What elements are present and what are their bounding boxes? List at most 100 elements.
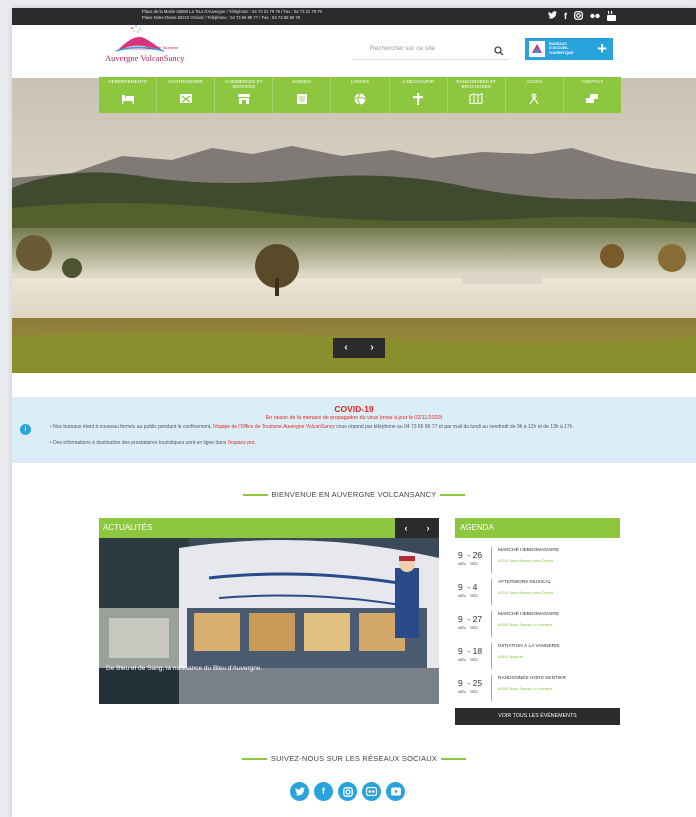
news-controls: ‹ › xyxy=(395,518,439,538)
twitter-icon[interactable] xyxy=(290,782,309,801)
hero-next-button[interactable]: › xyxy=(359,338,385,358)
all-events-button[interactable]: VOIR TOUS LES ÉVÉNEMENTS xyxy=(455,708,620,725)
covid-line-2: • Des informations à destination des pre… xyxy=(50,440,256,446)
site-logo[interactable]: Office de Tourisme Auvergne VolcanSancy xyxy=(105,25,185,72)
instagram-icon[interactable] xyxy=(338,782,357,801)
bureau-logo-icon xyxy=(529,41,545,57)
covid-title: COVID-19 xyxy=(334,404,374,414)
facebook-icon[interactable]: f xyxy=(314,782,333,801)
event-date-from: 9 xyxy=(458,582,463,592)
youtube-icon[interactable] xyxy=(607,11,616,23)
nav-item-contact[interactable]: CONTACT xyxy=(564,77,621,113)
nav-item-label: RANDONNÉES ET BROCHURES xyxy=(456,79,496,89)
agenda-event[interactable]: 9 - 4 NOV. DÉC. AFTERWORK MUSICAL 63210 Sai… xyxy=(455,576,620,608)
nav-item-gastronomie[interactable]: GASTRONOMIE xyxy=(157,77,216,113)
event-month-to: DÉC. xyxy=(470,594,480,598)
news-next-button[interactable]: › xyxy=(417,518,439,538)
event-dates: 9 - 18 xyxy=(458,646,483,656)
plus-icon: + xyxy=(597,39,607,58)
hero-prev-button[interactable]: ‹ xyxy=(333,338,359,358)
nav-item-loisirs[interactable]: LOISIRS xyxy=(331,77,390,113)
event-months: NOV. DÉC. xyxy=(458,626,479,630)
news-image[interactable] xyxy=(99,538,439,704)
address-line: Place Notre-Dame 63210 Orcival / Télépho… xyxy=(142,15,300,20)
flickr-icon[interactable] xyxy=(590,11,600,23)
event-date-from: 9 xyxy=(458,550,463,560)
divider xyxy=(242,494,268,496)
search-bar[interactable]: Rechercher sur ce site xyxy=(352,40,508,60)
welcome-heading: BIENVENUE EN AUVERGNE VOLCANSANCY xyxy=(12,490,696,499)
nav-item-label: LOISIRS xyxy=(350,79,370,84)
event-name[interactable]: MARCHÉ HEBDOMADAIRE xyxy=(498,548,559,553)
covid-text: vous répond par téléphone au 04 73 65 89… xyxy=(334,424,574,430)
shop-icon xyxy=(237,94,250,104)
event-place: 63950 Saint-Sauves-d'Auvergne xyxy=(498,623,553,627)
event-separator xyxy=(491,579,492,605)
top-bar: Place de la Mairie 63680 La Tour d'Auver… xyxy=(12,8,696,25)
event-months: NOV. DÉC. xyxy=(458,594,479,598)
nav-item-decouvrir[interactable]: À DÉCOUVRIR xyxy=(390,77,448,113)
event-month-from: NOV. xyxy=(458,658,467,662)
event-separator xyxy=(491,643,492,669)
divider xyxy=(241,758,267,760)
event-separator xyxy=(491,547,492,573)
nav-item-hebergements[interactable]: HÉBERGEMENTS xyxy=(99,77,158,113)
twitter-icon[interactable] xyxy=(548,11,557,23)
nav-item-label: CONTACT xyxy=(581,79,604,84)
divider xyxy=(441,758,467,760)
event-place: 63810 Bagnols xyxy=(498,655,524,659)
facebook-icon[interactable]: f xyxy=(564,11,567,23)
search-input[interactable]: Rechercher sur ce site xyxy=(370,45,435,52)
youtube-icon[interactable] xyxy=(386,782,405,801)
event-date-from: 9 xyxy=(458,678,463,688)
logo-subtitle: Office de Tourisme xyxy=(145,45,179,50)
address-block: Place de la Mairie 63680 La Tour d'Auver… xyxy=(142,9,322,21)
event-separator xyxy=(491,611,492,637)
event-name[interactable]: MARCHÉ HEBDOMADAIRE xyxy=(498,612,559,617)
calendar-icon xyxy=(296,94,307,104)
ball-icon xyxy=(354,93,366,105)
agenda-event[interactable]: 9 - 25 NOV. DÉC. RANDONNÉE HORS SENTIER 639… xyxy=(455,672,620,704)
event-months: NOV. DÉC. xyxy=(458,562,479,566)
news-prev-button[interactable]: ‹ xyxy=(395,518,417,538)
agenda-event[interactable]: 9 - 18 NOV. DÉC. INITIATION À LA VANNERIE 6… xyxy=(455,640,620,672)
event-name[interactable]: AFTERWORK MUSICAL xyxy=(498,580,551,585)
nav-item-randonnees[interactable]: RANDONNÉES ET BROCHURES xyxy=(448,77,506,113)
event-month-to: DÉC. xyxy=(470,562,480,566)
news-caption[interactable]: De Bleu et de Sang, la naissance du Bleu… xyxy=(106,665,262,672)
event-date-to: 18 xyxy=(472,646,483,656)
nav-item-agenda[interactable]: AGENDA xyxy=(273,77,332,113)
espace-pro-link[interactable]: l'espace pro. xyxy=(228,440,256,446)
event-name[interactable]: RANDONNÉE HORS SENTIER xyxy=(498,676,566,681)
flickr-icon[interactable] xyxy=(362,782,381,801)
instagram-icon[interactable] xyxy=(574,11,583,23)
nav-item-label: ACCÈS xyxy=(526,79,543,84)
event-date-to: 25 xyxy=(472,678,483,688)
nav-item-label: À DÉCOUVRIR xyxy=(402,79,435,84)
info-icon: i xyxy=(20,424,31,435)
main-navigation: HÉBERGEMENTS GASTRONOMIE COMMERCES ET SE… xyxy=(99,77,621,113)
news-photo xyxy=(99,538,439,704)
covid-banner: COVID-19 En raison de la menace de propa… xyxy=(12,397,696,463)
event-month-from: NOV. xyxy=(458,690,467,694)
nav-item-acces[interactable]: ACCÈS xyxy=(506,77,564,113)
bureaux-accueil-button[interactable]: BUREAUX D'ACCUEIL TOURISTIQUE + xyxy=(525,38,613,60)
event-date-to: 27 xyxy=(472,614,483,624)
event-date-to: 4 xyxy=(472,582,478,592)
hero-controls: ‹ › xyxy=(333,338,385,358)
news-section: ACTUALITÉS ‹ › De Bleu et de Sang, la na… xyxy=(99,518,439,704)
agenda-event[interactable]: 9 - 26 NOV. DÉC. MARCHÉ HEBDOMADAIRE 63210 … xyxy=(455,544,620,576)
agenda-event[interactable]: 9 - 27 NOV. DÉC. MARCHÉ HEBDOMADAIRE 63950 … xyxy=(455,608,620,640)
top-social-links: f xyxy=(548,11,616,23)
event-date-to: 26 xyxy=(472,550,483,560)
nav-item-label: HÉBERGEMENTS xyxy=(108,79,147,84)
event-month-to: DÉC. xyxy=(470,658,480,662)
event-name[interactable]: INITIATION À LA VANNERIE xyxy=(498,644,560,649)
covid-link[interactable]: l'équipe de l'Office de Tourisme Auvergn… xyxy=(213,424,335,430)
follow-heading: SUIVEZ-NOUS SUR LES RÉSEAUX SOCIAUX xyxy=(12,754,696,763)
nav-item-commerces[interactable]: COMMERCES ET SERVICES xyxy=(215,77,274,113)
map-icon xyxy=(469,93,483,104)
agenda-header: AGENDA xyxy=(455,518,620,538)
search-icon[interactable] xyxy=(494,43,504,61)
event-month-to: DÉC. xyxy=(470,690,480,694)
